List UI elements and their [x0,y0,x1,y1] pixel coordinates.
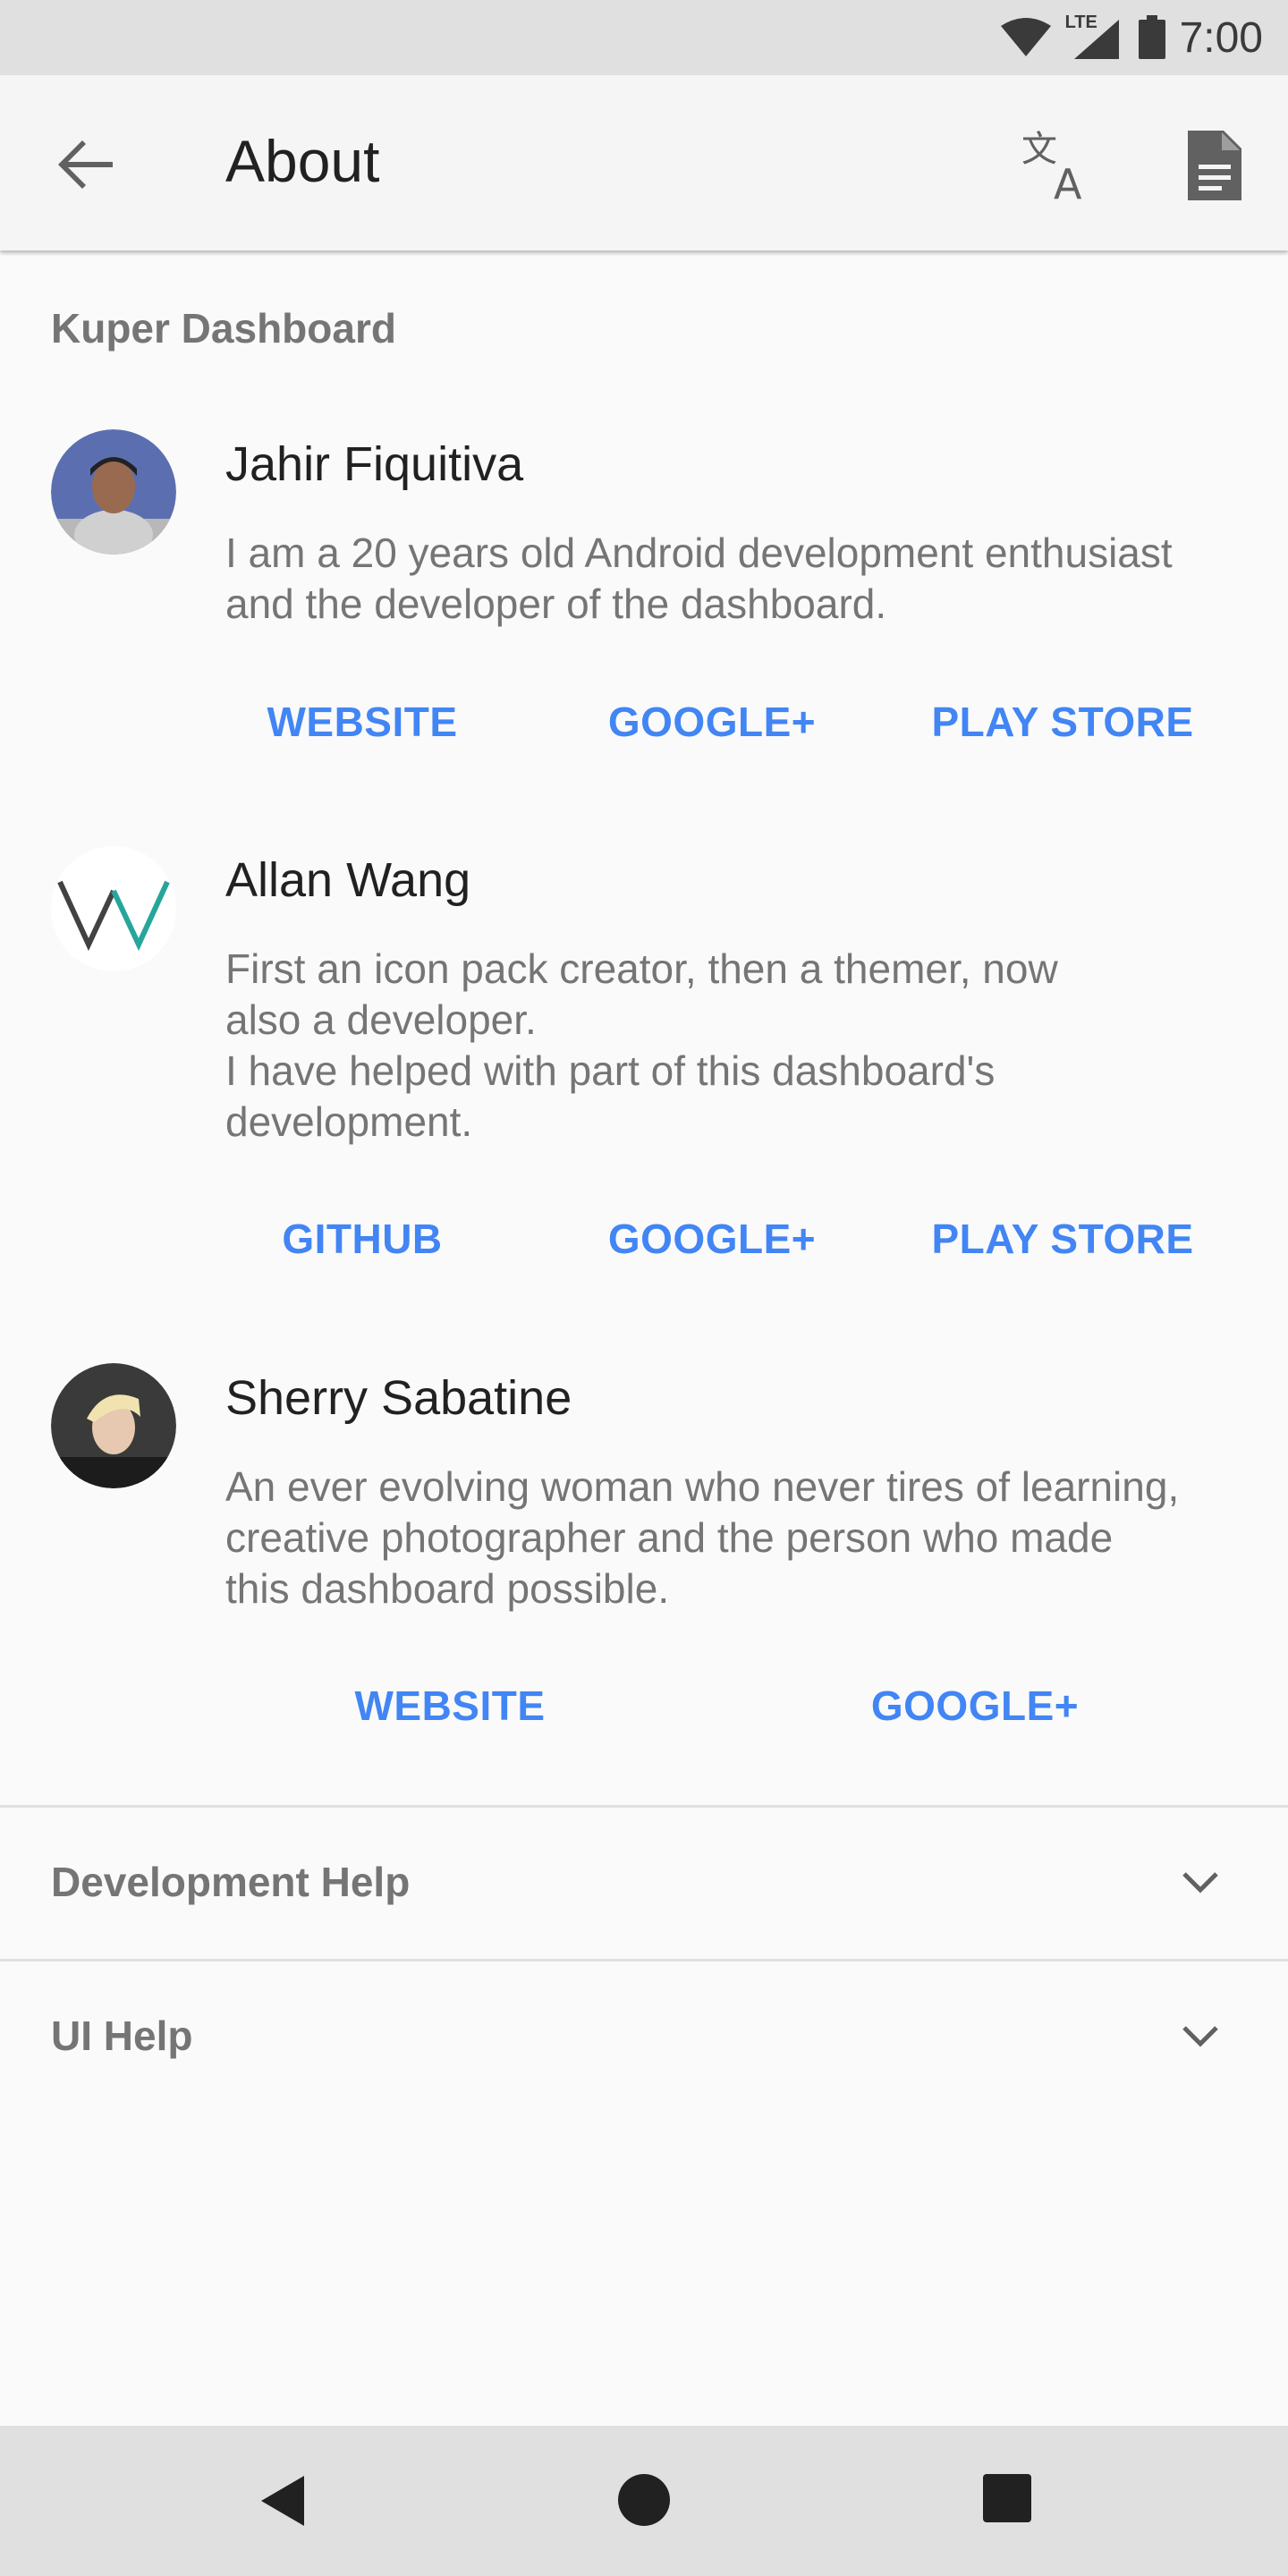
google-plus-link[interactable]: GOOGLE+ [608,698,816,746]
google-plus-link[interactable]: GOOGLE+ [608,1215,816,1263]
translate-icon[interactable]: 文 A [1020,125,1100,208]
website-link[interactable]: WEBSITE [267,698,457,746]
document-icon[interactable] [1179,125,1250,206]
avatar [51,846,176,971]
page-title: About [225,128,380,194]
svg-text:文: 文 [1021,129,1057,170]
expander-label: Development Help [51,1859,411,1905]
back-arrow-icon[interactable] [50,129,122,200]
wifi-icon [999,17,1053,58]
person-name: Jahir Fiquitiva [225,437,524,491]
status-bar: LTE 7:00 [0,0,1288,75]
person-description: First an icon pack creator, then a theme… [225,945,1058,1145]
development-help-expander[interactable]: Development Help [0,1808,1288,1958]
cellular-icon: LTE [1065,13,1124,63]
website-link[interactable]: WEBSITE [354,1682,545,1730]
play-store-link[interactable]: PLAY STORE [931,1215,1193,1263]
chevron-down-icon [1179,2015,1222,2058]
clock: 7:00 [1179,13,1263,62]
section-title: Kuper Dashboard [51,305,396,352]
home-circle-icon[interactable] [616,2472,672,2532]
person-description: An ever evolving woman who never tires o… [225,1463,1180,1612]
avatar [51,1363,176,1488]
recents-square-icon[interactable] [981,2472,1033,2529]
back-triangle-icon[interactable] [258,2472,308,2534]
ui-help-expander[interactable]: UI Help [0,1962,1288,2112]
person-name: Allan Wang [225,853,471,907]
github-link[interactable]: GITHUB [282,1215,442,1263]
avatar [51,429,176,555]
system-navigation-bar [0,2426,1288,2576]
person-name: Sherry Sabatine [225,1371,572,1425]
play-store-link[interactable]: PLAY STORE [931,698,1193,746]
svg-text:A: A [1054,160,1082,206]
expander-label: UI Help [51,2012,193,2059]
chevron-down-icon [1179,1861,1222,1904]
battery-icon [1137,15,1167,60]
app-toolbar: About 文 A [0,75,1288,250]
google-plus-link[interactable]: GOOGLE+ [871,1682,1079,1730]
person-description: I am a 20 years old Android development … [225,530,1173,627]
